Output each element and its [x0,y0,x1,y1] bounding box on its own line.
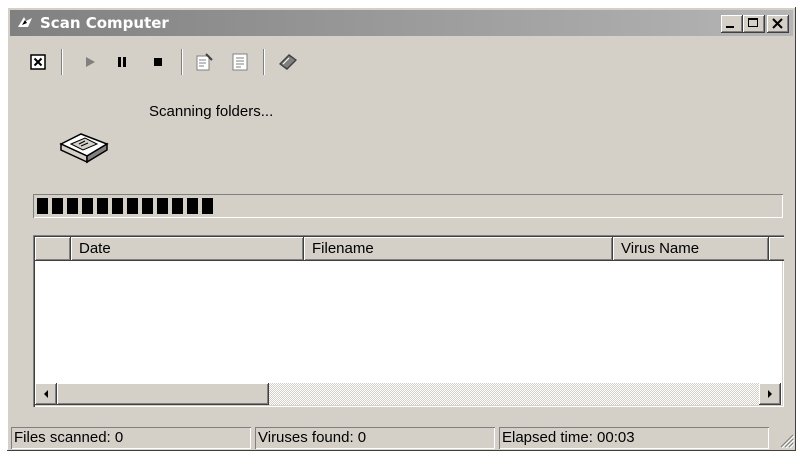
play-icon [86,57,95,67]
help-button[interactable] [277,51,299,73]
column-header-virus-name[interactable]: Virus Name [613,237,769,261]
properties-icon [196,53,213,71]
progress-block [37,198,48,214]
stop-button[interactable] [147,51,169,73]
close-button[interactable] [767,15,789,33]
stop-icon [154,58,162,66]
progress-block [127,198,138,214]
minimize-icon [726,26,734,28]
column-header-filename[interactable]: Filename [304,237,613,261]
pause-button[interactable] [111,51,133,73]
progress-block [172,198,183,214]
close-scan-button[interactable] [27,51,49,73]
hard-drive-scan-icon [59,133,109,164]
progress-block [67,198,78,214]
viruses-found-status: Viruses found: 0 [255,427,495,449]
progress-block [82,198,93,214]
toolbar-separator [263,49,265,75]
start-button[interactable] [79,51,101,73]
column-header-blank[interactable] [35,237,71,261]
scan-progress-bar [33,194,783,218]
arrow-left-icon [44,390,48,398]
report-button[interactable] [229,51,251,73]
elapsed-time-status: Elapsed time: 00:03 [499,427,769,449]
scroll-thumb[interactable] [57,383,269,405]
resize-grip-icon[interactable] [777,431,795,449]
close-icon [772,18,783,29]
close-box-icon [30,54,46,70]
title-bar[interactable]: Scan Computer [10,10,793,36]
progress-block [97,198,108,214]
progress-block [187,198,198,214]
horizontal-scrollbar[interactable] [35,383,781,405]
scan-window: Scan Computer Scanning folders... Date F… [6,6,797,452]
scroll-right-button[interactable] [759,383,781,405]
files-scanned-status: Files scanned: 0 [11,427,251,449]
report-icon [232,53,248,71]
properties-button[interactable] [193,51,215,73]
progress-block [142,198,153,214]
maximize-icon [748,18,758,27]
scan-status-message: Scanning folders... [149,103,274,120]
column-header-date[interactable]: Date [71,237,304,261]
arrow-right-icon [768,390,772,398]
minimize-button[interactable] [721,15,743,33]
window-title: Scan Computer [40,14,169,32]
progress-block [157,198,168,214]
toolbar-separator [181,49,183,75]
results-list[interactable]: Date Filename Virus Name [33,235,784,407]
column-header-overflow[interactable] [769,237,784,261]
progress-block [202,198,213,214]
scroll-left-button[interactable] [35,383,57,405]
progress-block [112,198,123,214]
progress-block [52,198,63,214]
pause-icon [118,57,126,67]
help-book-icon [279,54,297,70]
maximize-button[interactable] [743,15,765,33]
scan-app-icon [18,17,32,27]
toolbar-separator [61,49,63,75]
